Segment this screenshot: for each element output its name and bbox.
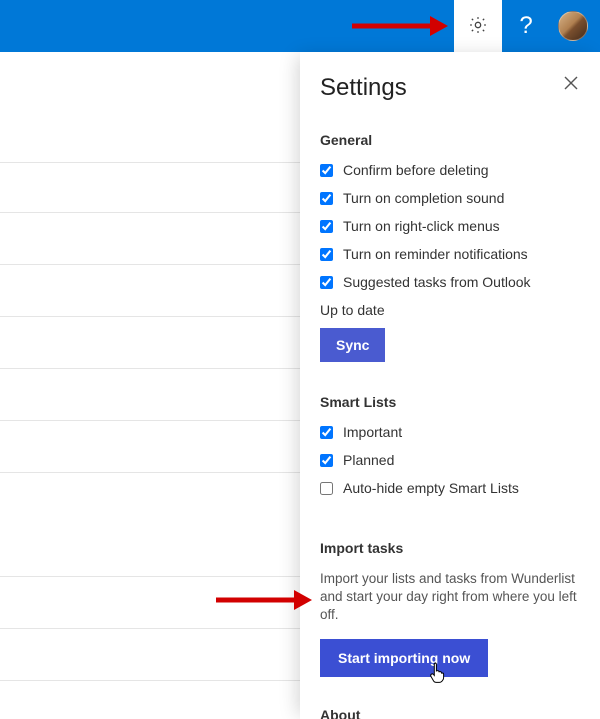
option-label: Planned <box>343 452 394 468</box>
option-label: Suggested tasks from Outlook <box>343 274 531 290</box>
option-right-click[interactable]: Turn on right-click menus <box>320 218 580 234</box>
checkbox-suggested-outlook[interactable] <box>320 276 333 289</box>
sync-status-text: Up to date <box>320 302 580 318</box>
option-label: Important <box>343 424 402 440</box>
import-description: Import your lists and tasks from Wunderl… <box>320 570 580 625</box>
option-autohide[interactable]: Auto-hide empty Smart Lists <box>320 480 580 496</box>
close-button[interactable] <box>562 74 580 96</box>
checkbox-right-click[interactable] <box>320 220 333 233</box>
option-label: Turn on reminder notifications <box>343 246 528 262</box>
checkbox-confirm-delete[interactable] <box>320 164 333 177</box>
settings-panel: Settings General Confirm before deleting… <box>300 52 600 719</box>
close-icon <box>564 77 578 94</box>
help-button[interactable]: ? <box>502 0 550 52</box>
checkbox-autohide[interactable] <box>320 482 333 495</box>
option-label: Confirm before deleting <box>343 162 489 178</box>
checkbox-planned[interactable] <box>320 454 333 467</box>
option-label: Turn on completion sound <box>343 190 504 206</box>
settings-gear-button[interactable] <box>454 0 502 52</box>
option-completion-sound[interactable]: Turn on completion sound <box>320 190 580 206</box>
checkbox-completion-sound[interactable] <box>320 192 333 205</box>
option-reminder[interactable]: Turn on reminder notifications <box>320 246 580 262</box>
option-important[interactable]: Important <box>320 424 580 440</box>
avatar[interactable] <box>558 11 588 41</box>
option-planned[interactable]: Planned <box>320 452 580 468</box>
start-importing-button[interactable]: Start importing now <box>320 639 488 677</box>
sync-button[interactable]: Sync <box>320 328 385 362</box>
section-heading-about: About <box>320 707 580 719</box>
help-icon: ? <box>519 12 532 40</box>
gear-icon <box>468 15 488 38</box>
option-label: Turn on right-click menus <box>343 218 500 234</box>
section-heading-import: Import tasks <box>320 540 580 556</box>
panel-title: Settings <box>320 74 407 102</box>
app-topbar: ? <box>0 0 600 52</box>
section-heading-smart-lists: Smart Lists <box>320 394 580 410</box>
checkbox-important[interactable] <box>320 426 333 439</box>
option-suggested-outlook[interactable]: Suggested tasks from Outlook <box>320 274 580 290</box>
option-label: Auto-hide empty Smart Lists <box>343 480 519 496</box>
section-heading-general: General <box>320 132 580 148</box>
checkbox-reminder[interactable] <box>320 248 333 261</box>
option-confirm-delete[interactable]: Confirm before deleting <box>320 162 580 178</box>
